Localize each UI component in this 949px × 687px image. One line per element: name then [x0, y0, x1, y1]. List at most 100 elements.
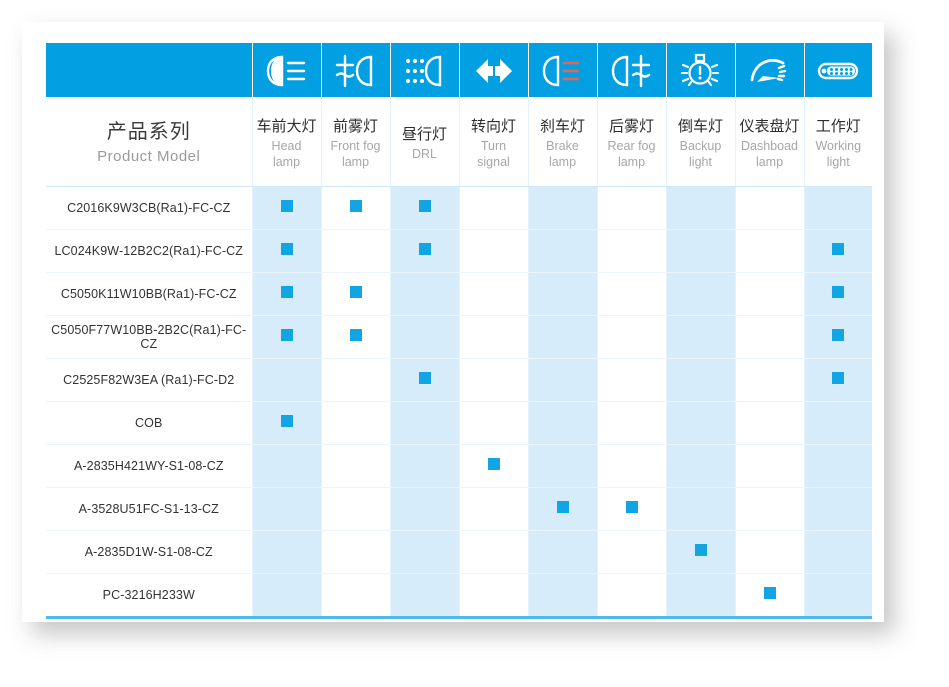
matrix-cell-empty — [320, 573, 391, 618]
icon-header-row — [46, 43, 872, 98]
column-header-icon-刹车灯 — [527, 43, 598, 98]
matrix-cell-empty — [527, 272, 598, 316]
matrix-cell-empty — [803, 186, 872, 230]
matrix-cell-empty — [389, 487, 460, 531]
column-label-cn: 前雾灯 — [332, 118, 378, 135]
availability-marker-icon — [349, 286, 362, 298]
product-model-column-title: 产品系列 Product Model — [46, 97, 253, 187]
matrix-cell-empty — [803, 530, 872, 574]
table-row: COB — [46, 401, 872, 445]
product-model-cell: PC-3216H233W — [46, 573, 253, 618]
matrix-cell-empty — [665, 186, 736, 230]
daytime-running-lamp-icon — [391, 43, 459, 97]
matrix-cell-empty — [527, 530, 598, 574]
column-label-en: Backup light — [679, 139, 722, 169]
matrix-cell-empty — [665, 229, 736, 273]
availability-marker-icon — [418, 200, 431, 212]
matrix-cell-empty — [596, 401, 667, 445]
column-header-front-fog-lamp: 前雾灯 Front fog lamp — [320, 97, 391, 187]
matrix-header-blank — [46, 43, 253, 98]
matrix-cell-marked — [596, 487, 667, 531]
availability-marker-icon — [832, 286, 845, 298]
column-label-cn: 倒车灯 — [677, 118, 723, 135]
column-label-cn: 后雾灯 — [608, 118, 654, 135]
matrix-cell-marked — [803, 229, 872, 273]
matrix-cell-marked — [389, 186, 460, 230]
product-model-title-cn: 产品系列 — [106, 121, 191, 143]
matrix-cell-marked — [803, 315, 872, 359]
matrix-cell-empty — [251, 530, 322, 574]
column-header-icon-倒车灯 — [665, 43, 736, 98]
matrix-cell-empty — [803, 444, 872, 488]
availability-marker-icon — [418, 372, 431, 384]
availability-marker-icon — [280, 415, 293, 427]
matrix-cell-marked — [320, 315, 391, 359]
matrix-cell-empty — [596, 530, 667, 574]
product-model-cell: A-2835D1W-S1-08-CZ — [46, 530, 253, 574]
column-label-en: Head lamp — [271, 139, 302, 169]
column-header-icon-后雾灯 — [596, 43, 667, 98]
matrix-cell-empty — [734, 315, 805, 359]
matrix-cell-empty — [527, 315, 598, 359]
product-model-cell: A-3528U51FC-S1-13-CZ — [46, 487, 253, 531]
matrix-cell-empty — [665, 272, 736, 316]
column-header-rear-fog-lamp: 后雾灯 Rear fog lamp — [596, 97, 667, 187]
matrix-cell-empty — [320, 401, 391, 445]
availability-marker-icon — [349, 329, 362, 341]
matrix-cell-empty — [389, 573, 460, 618]
table-row: PC-3216H233W — [46, 573, 872, 618]
table-row: LC024K9W-12B2C2(Ra1)-FC-CZ — [46, 229, 872, 273]
availability-marker-icon — [832, 372, 845, 384]
matrix-cell-empty — [596, 573, 667, 618]
matrix-cell-empty — [596, 315, 667, 359]
matrix-cell-marked — [320, 272, 391, 316]
column-header-brake-lamp: 刹车灯 Brake lamp — [527, 97, 598, 187]
product-model-cell: C2016K9W3CB(Ra1)-FC-CZ — [46, 186, 253, 230]
column-label-en: Brake lamp — [546, 139, 579, 169]
matrix-cell-empty — [251, 358, 322, 402]
availability-marker-icon — [349, 200, 362, 212]
matrix-cell-marked — [527, 487, 598, 531]
table-row: C5050K11W10BB(Ra1)-FC-CZ — [46, 272, 872, 316]
product-matrix-card: 产品系列 Product Model 车前大灯 Head lamp 前雾灯 Front fo… — [22, 22, 884, 622]
matrix-cell-empty — [527, 229, 598, 273]
column-label-cn: 工作灯 — [815, 118, 861, 135]
matrix-cell-marked — [389, 358, 460, 402]
matrix-cell-empty — [596, 229, 667, 273]
label-header-row: 产品系列 Product Model 车前大灯 Head lamp 前雾灯 Front fo… — [46, 97, 872, 187]
column-label-cn: 昼行灯 — [401, 126, 447, 143]
matrix-cell-empty — [320, 229, 391, 273]
matrix-cell-marked — [251, 229, 322, 273]
availability-marker-icon — [280, 243, 293, 255]
table-row: C2525F82W3EA (Ra1)-FC-D2 — [46, 358, 872, 402]
availability-marker-icon — [625, 501, 638, 513]
matrix-cell-empty — [527, 186, 598, 230]
matrix-cell-empty — [734, 186, 805, 230]
table-row: A-2835D1W-S1-08-CZ — [46, 530, 872, 574]
screenshot-root: 产品系列 Product Model 车前大灯 Head lamp 前雾灯 Front fo… — [0, 0, 949, 687]
column-label-en: Dashboad lamp — [741, 139, 798, 169]
table-row: C5050F77W10BB-2B2C(Ra1)-FC-CZ — [46, 315, 872, 359]
product-model-cell: LC024K9W-12B2C2(Ra1)-FC-CZ — [46, 229, 253, 273]
matrix-cell-empty — [596, 444, 667, 488]
availability-marker-icon — [280, 200, 293, 212]
matrix-cell-empty — [320, 444, 391, 488]
matrix-cell-empty — [734, 358, 805, 402]
matrix-cell-empty — [665, 444, 736, 488]
matrix-cell-marked — [251, 186, 322, 230]
matrix-cell-empty — [320, 530, 391, 574]
matrix-cell-empty — [389, 315, 460, 359]
availability-marker-icon — [763, 587, 776, 599]
backup-light-bulb-icon — [667, 43, 735, 97]
column-label-en: Rear fog lamp — [607, 139, 656, 169]
product-model-cell: C2525F82W3EA (Ra1)-FC-D2 — [46, 358, 253, 402]
matrix-cell-empty — [596, 358, 667, 402]
column-header-icon-车前大灯 — [251, 43, 322, 98]
matrix-cell-empty — [320, 487, 391, 531]
matrix-cell-empty — [596, 272, 667, 316]
matrix-cell-empty — [458, 272, 529, 316]
availability-marker-icon — [694, 544, 707, 556]
matrix-cell-empty — [458, 358, 529, 402]
matrix-cell-empty — [665, 358, 736, 402]
column-header-icon-工作灯 — [803, 43, 872, 98]
